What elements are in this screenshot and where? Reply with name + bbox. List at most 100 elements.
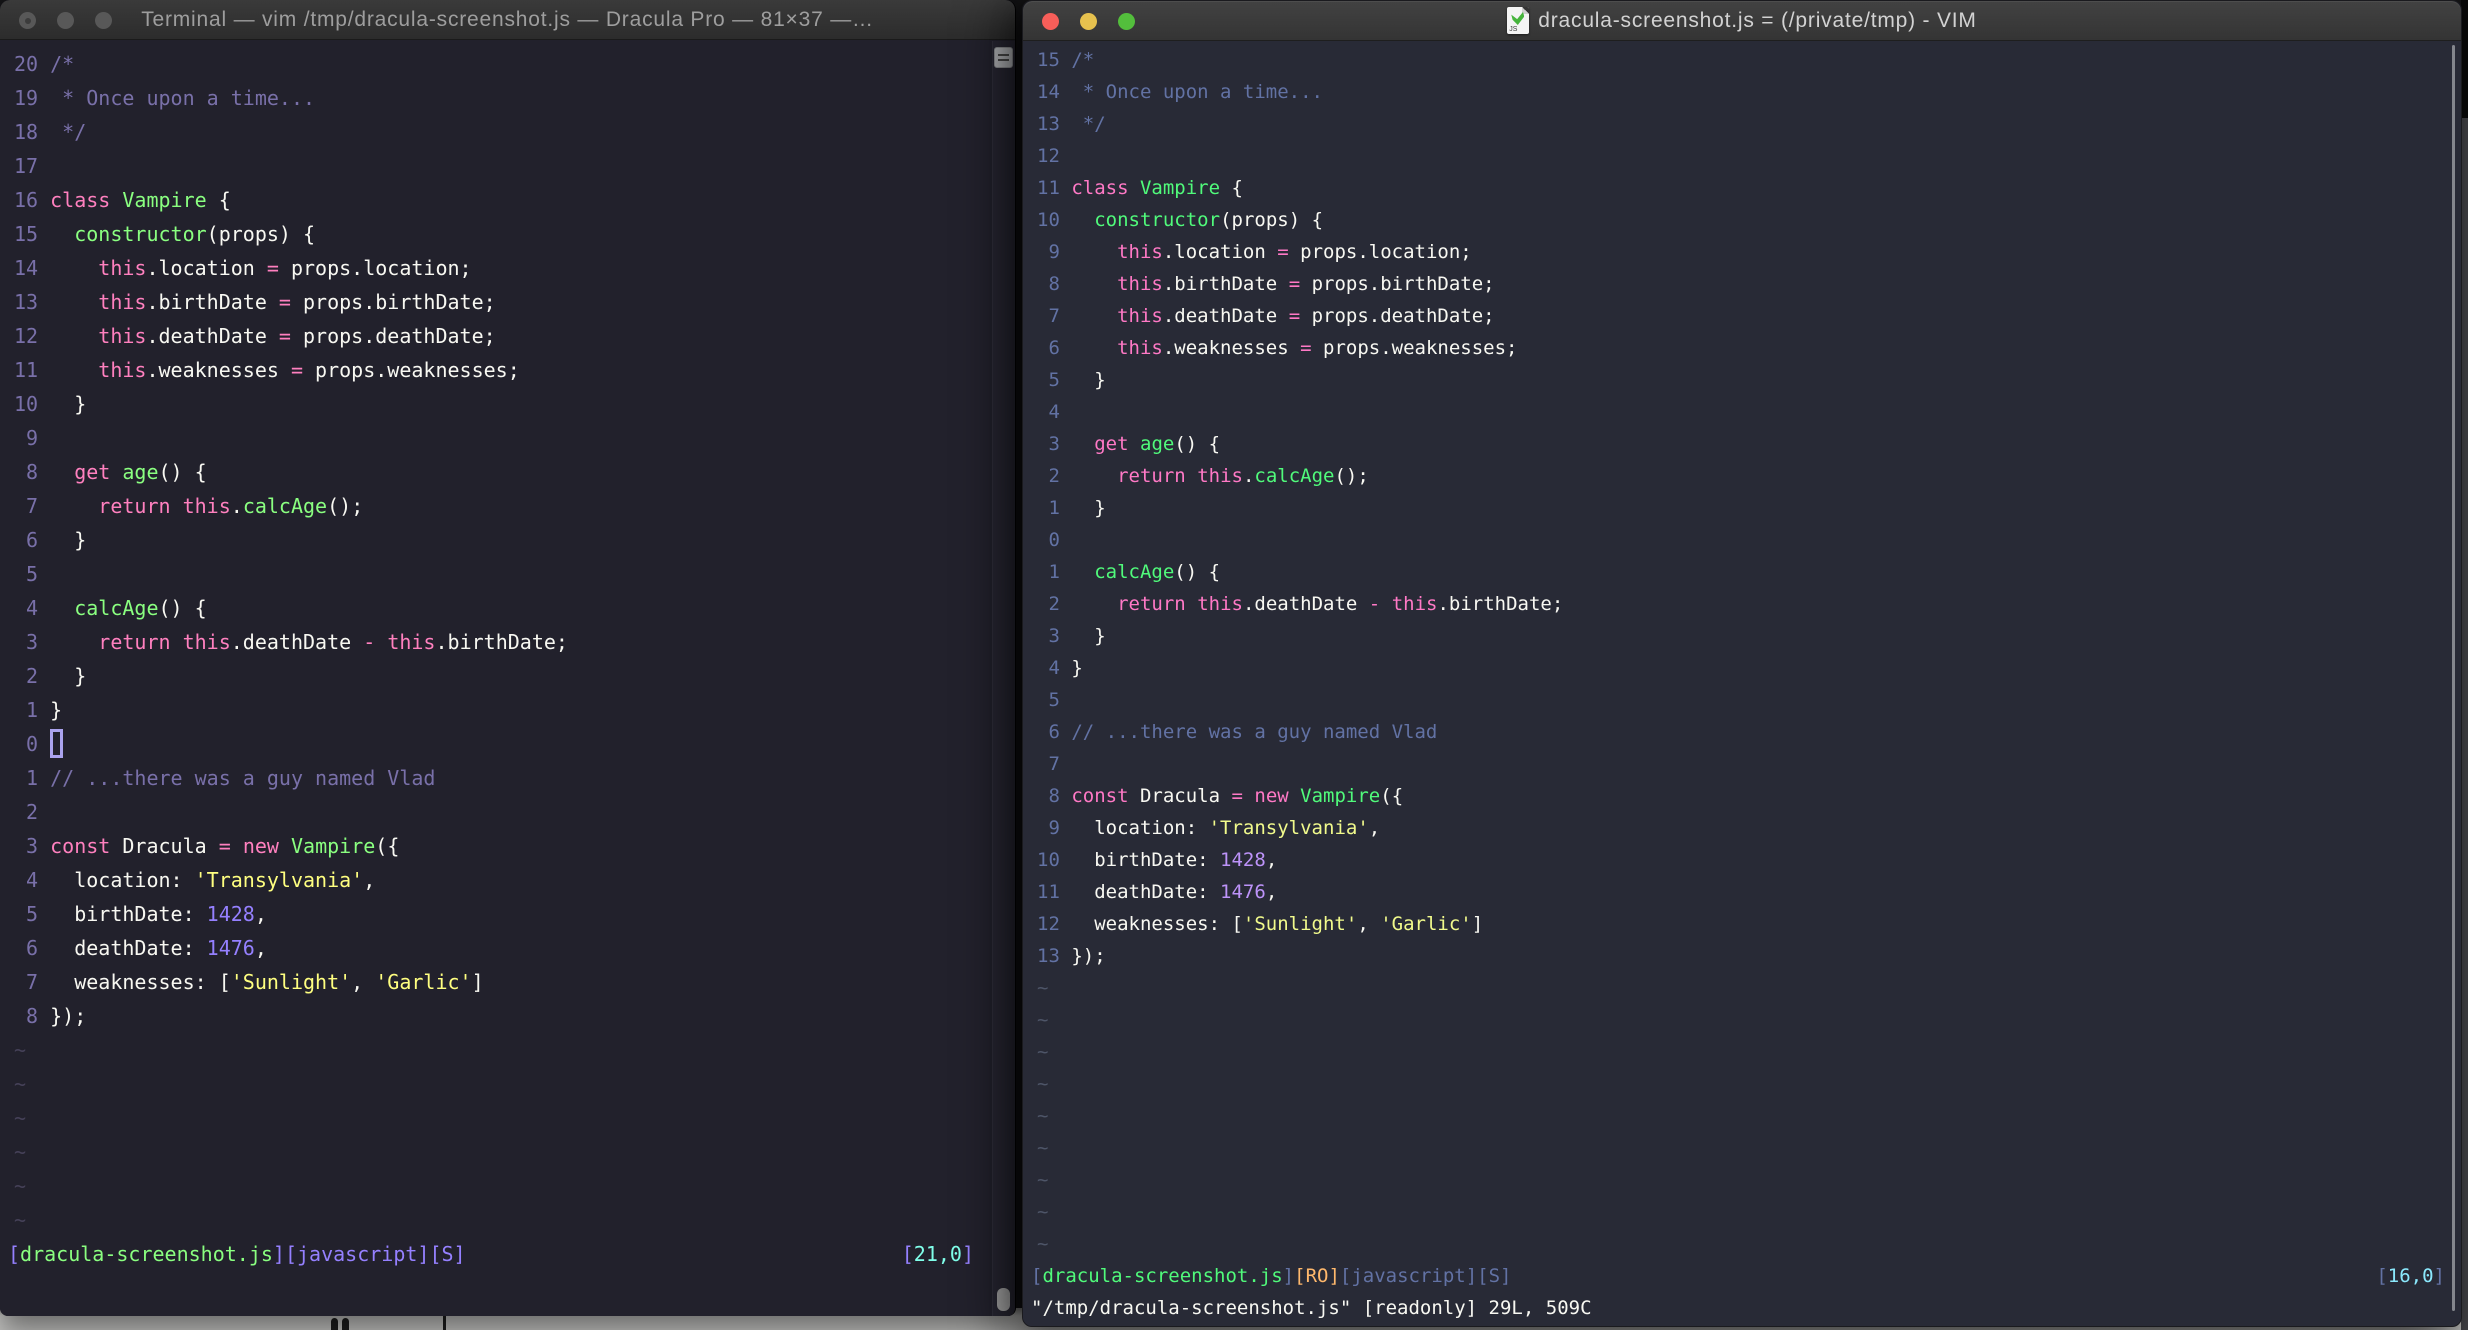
wallpaper-mark	[443, 1316, 446, 1330]
terminal-titlebar[interactable]: Terminal — vim /tmp/dracula-screenshot.j…	[0, 0, 1015, 40]
code-line: 14 this.location = props.location;	[14, 256, 472, 280]
code-line: 9 this.location = props.location;	[1037, 241, 1472, 263]
code-line: 10 }	[14, 392, 87, 416]
minimize-button[interactable]	[1080, 13, 1097, 30]
code-line: 17	[14, 154, 51, 178]
code-line: 11 class Vampire {	[1037, 177, 1243, 199]
code-line: 13 */	[1037, 113, 1106, 135]
close-button[interactable]	[19, 12, 36, 29]
code-line: 0	[1037, 529, 1072, 551]
code-line: 3 get age() {	[1037, 433, 1221, 455]
code-line: 2 return this.calcAge();	[1037, 465, 1369, 487]
code-line: 15 constructor(props) {	[14, 222, 316, 246]
code-line: 9	[14, 426, 51, 450]
code-line: 2	[14, 800, 51, 824]
code-line: 1 // ...there was a guy named Vlad	[14, 766, 436, 790]
minimize-button[interactable]	[57, 12, 74, 29]
code-line: 5	[14, 562, 51, 586]
code-line: 8 get age() {	[14, 460, 207, 484]
vim-text-area[interactable]: 20 /* 19 * Once upon a time... 18 */ 17 16 …	[0, 41, 1015, 1316]
code-line: 8 const Dracula = new Vampire({	[1037, 785, 1404, 807]
code-line: 18 */	[14, 120, 87, 144]
close-button[interactable]	[1042, 13, 1059, 30]
code-line: 7 return this.calcAge();	[14, 494, 364, 518]
code-line: 12 this.deathDate = props.deathDate;	[14, 324, 496, 348]
vim-command-line	[0, 1271, 1015, 1305]
code-line: 7 this.deathDate = props.deathDate;	[1037, 305, 1495, 327]
zoom-button[interactable]	[95, 12, 112, 29]
empty-line-tilde: ~	[1037, 1073, 1049, 1095]
empty-line-tilde: ~	[1037, 1201, 1049, 1223]
code-line: 1 calcAge() {	[1037, 561, 1221, 583]
terminal-scrollbar-thumb[interactable]	[997, 1288, 1010, 1311]
terminal-window: Terminal — vim /tmp/dracula-screenshot.j…	[0, 0, 1016, 1316]
code-line: 12 weaknesses: ['Sunlight', 'Garlic']	[1037, 913, 1484, 935]
code-line: 6 deathDate: 1476,	[14, 936, 267, 960]
macvim-window: JS dracula-screenshot.js = (/private/tmp…	[1022, 0, 2462, 1327]
empty-line-tilde: ~	[1037, 1169, 1049, 1191]
code-line: 5	[1037, 689, 1072, 711]
vim-cursor	[50, 729, 64, 758]
code-line: 7	[1037, 753, 1072, 775]
empty-line-tilde: ~	[14, 1106, 27, 1130]
code-line: 13 this.birthDate = props.birthDate;	[14, 290, 496, 314]
code-line: 6 this.weaknesses = props.weaknesses;	[1037, 337, 1518, 359]
empty-line-tilde: ~	[14, 1208, 27, 1232]
empty-line-tilde: ~	[14, 1038, 27, 1062]
wallpaper-mark	[342, 1318, 349, 1330]
code-line: 16 class Vampire {	[14, 188, 231, 212]
vim-statusline: [dracula-screenshot.js][RO][javascript][…	[1031, 1265, 2445, 1287]
code-line: 4 calcAge() {	[14, 596, 207, 620]
empty-line-tilde: ~	[1037, 1137, 1049, 1159]
traffic-lights	[19, 12, 112, 29]
split-pane-button[interactable]	[994, 47, 1013, 68]
background-window-sliver	[2461, 0, 2468, 1330]
code-line: 12	[1037, 145, 1072, 167]
code-line: 3 }	[1037, 625, 1106, 647]
code-line: 8 this.birthDate = props.birthDate;	[1037, 273, 1495, 295]
code-line: 5 birthDate: 1428,	[14, 902, 267, 926]
code-line: 19 * Once upon a time...	[14, 86, 316, 110]
code-line: 9 location: 'Transylvania',	[1037, 817, 1381, 839]
code-line: 3 return this.deathDate - this.birthDate…	[14, 630, 568, 654]
code-line: 13 });	[1037, 945, 1106, 967]
document-icon[interactable]: JS	[1507, 7, 1530, 34]
code-line: 10 constructor(props) {	[1037, 209, 1324, 231]
code-line: 7 weaknesses: ['Sunlight', 'Garlic']	[14, 970, 484, 994]
code-line: 1 }	[1037, 497, 1106, 519]
empty-line-tilde: ~	[14, 1140, 27, 1164]
vim-command-line: "/tmp/dracula-screenshot.js" [readonly] …	[1031, 1297, 1592, 1319]
code-line: 11 deathDate: 1476,	[1037, 881, 1278, 903]
empty-line-tilde: ~	[1037, 1233, 1049, 1255]
code-line: 14 * Once upon a time...	[1037, 81, 1323, 103]
macvim-titlebar[interactable]: JS dracula-screenshot.js = (/private/tmp…	[1023, 1, 2461, 41]
code-line: 6 }	[14, 528, 87, 552]
code-line: 8 });	[14, 1004, 87, 1028]
code-line: 4 location: 'Transylvania',	[14, 868, 376, 892]
code-line: 2 return this.deathDate - this.birthDate…	[1037, 593, 1564, 615]
empty-line-tilde: ~	[14, 1174, 27, 1198]
window-title: dracula-screenshot.js = (/private/tmp) -…	[1538, 8, 1977, 32]
vim-text-area[interactable]: 15 /* 14 * Once upon a time... 13 */ 12 11 …	[1023, 42, 2461, 1326]
code-line: 3 const Dracula = new Vampire({	[14, 834, 400, 858]
code-line: 15 /*	[1037, 49, 1095, 71]
window-title: Terminal — vim /tmp/dracula-screenshot.j…	[141, 7, 874, 31]
code-line: 1 }	[14, 698, 63, 722]
terminal-scrollbar-track[interactable]	[992, 41, 1015, 1316]
code-line: 2 }	[14, 664, 87, 688]
empty-line-tilde: ~	[14, 1072, 27, 1096]
empty-line-tilde: ~	[1037, 1041, 1049, 1063]
code-line: 4 }	[1037, 657, 1083, 679]
background-window-sliver-top	[2461, 0, 2468, 118]
code-line: 0	[14, 732, 51, 756]
code-line: 10 birthDate: 1428,	[1037, 849, 1278, 871]
macvim-scrollbar-thumb[interactable]	[2452, 45, 2455, 1311]
zoom-button[interactable]	[1118, 13, 1135, 30]
wallpaper-mark	[331, 1318, 338, 1330]
code-line: 20 /*	[14, 52, 75, 76]
empty-line-tilde: ~	[1037, 1105, 1049, 1127]
empty-line-tilde: ~	[1037, 1009, 1049, 1031]
code-line: 5 }	[1037, 369, 1106, 391]
code-line: 6 // ...there was a guy named Vlad	[1037, 721, 1438, 743]
empty-line-tilde: ~	[1037, 977, 1049, 999]
